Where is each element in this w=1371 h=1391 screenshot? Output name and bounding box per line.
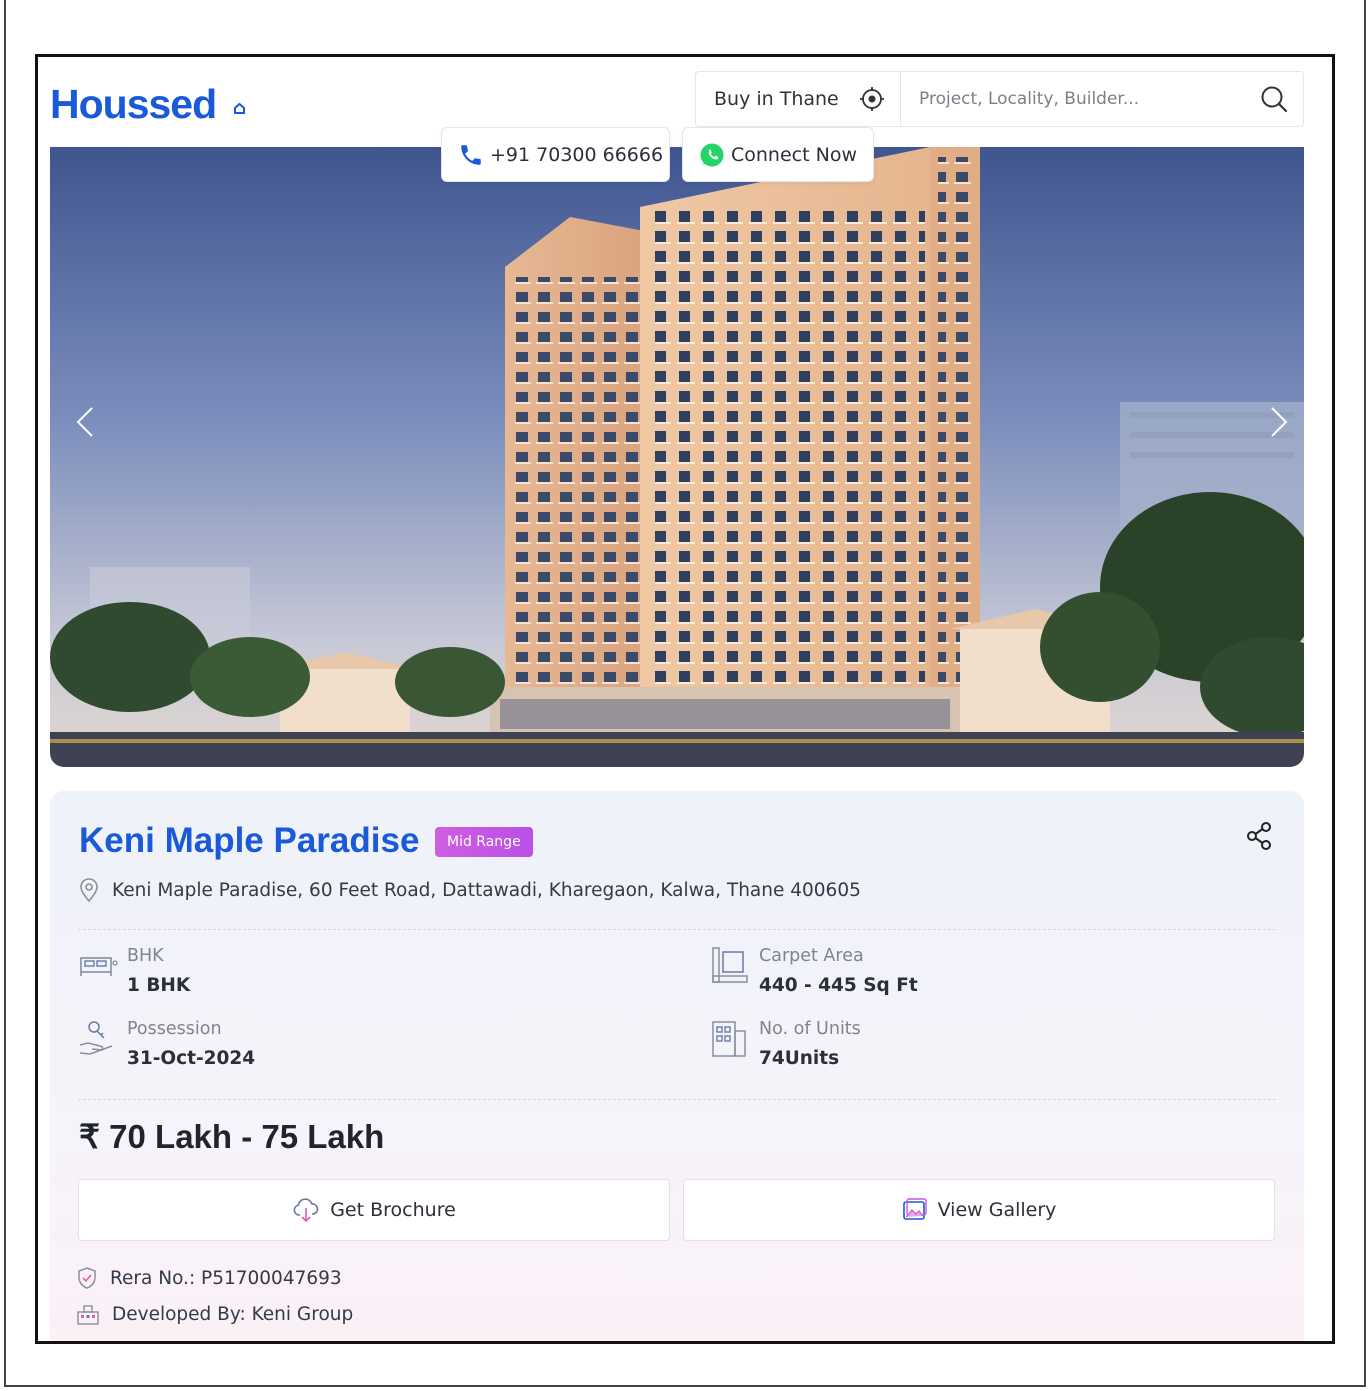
city-selector[interactable]: Buy in Thane bbox=[696, 72, 901, 126]
whatsapp-icon bbox=[700, 143, 724, 166]
chevron-left-icon[interactable] bbox=[68, 402, 108, 442]
spec-units: No. of Units 74Units bbox=[710, 1019, 861, 1069]
rera-number: Rera No.: P51700047693 bbox=[76, 1266, 342, 1290]
price-category-badge: Mid Range bbox=[435, 827, 533, 857]
carpet-area-value: 440 - 445 Sq Ft bbox=[759, 975, 918, 996]
developer-text: Developed By: Keni Group bbox=[112, 1303, 354, 1325]
get-brochure-button[interactable]: Get Brochure bbox=[78, 1179, 670, 1241]
logo-house-icon bbox=[234, 103, 245, 114]
project-address: Keni Maple Paradise, 60 Feet Road, Datta… bbox=[78, 877, 861, 903]
site-logo[interactable]: Houssed bbox=[50, 81, 217, 128]
download-cloud-icon bbox=[293, 1198, 319, 1223]
possession-label: Possession bbox=[127, 1019, 222, 1039]
address-text: Keni Maple Paradise, 60 Feet Road, Datta… bbox=[112, 879, 861, 901]
bhk-value: 1 BHK bbox=[127, 975, 191, 996]
divider bbox=[78, 929, 1276, 930]
locate-icon[interactable] bbox=[859, 86, 885, 112]
developer-info: Developed By: Keni Group bbox=[76, 1303, 353, 1325]
phone-number: +91 70300 66666 bbox=[490, 143, 664, 166]
chevron-right-icon[interactable] bbox=[1256, 402, 1296, 442]
bhk-label: BHK bbox=[127, 946, 164, 966]
city-selector-label: Buy in Thane bbox=[714, 88, 839, 110]
units-label: No. of Units bbox=[759, 1019, 861, 1039]
carpet-area-label: Carpet Area bbox=[759, 946, 864, 966]
developer-icon bbox=[77, 1305, 99, 1325]
rera-text: Rera No.: P51700047693 bbox=[110, 1267, 342, 1289]
view-gallery-button[interactable]: View Gallery bbox=[683, 1179, 1275, 1241]
price-range: ₹ 70 Lakh - 75 Lakh bbox=[79, 1118, 385, 1155]
project-details-card: Keni Maple Paradise Mid Range Keni Maple… bbox=[50, 791, 1304, 1341]
gallery-icon bbox=[902, 1198, 927, 1220]
possession-value: 31-Oct-2024 bbox=[127, 1048, 256, 1069]
possession-icon bbox=[79, 1021, 113, 1055]
get-brochure-label: Get Brochure bbox=[330, 1199, 456, 1221]
spec-carpet-area: Carpet Area 440 - 445 Sq Ft bbox=[710, 946, 918, 996]
shield-check-icon bbox=[78, 1267, 96, 1289]
browser-viewport: Houssed Buy in Thane +91 70300 66666 bbox=[35, 54, 1335, 1344]
project-title: Keni Maple Paradise bbox=[79, 821, 420, 860]
connect-label: Connect Now bbox=[731, 143, 857, 166]
whatsapp-connect-button[interactable]: Connect Now bbox=[682, 127, 874, 182]
bed-icon bbox=[80, 957, 118, 976]
divider bbox=[78, 1099, 1276, 1100]
search-input[interactable] bbox=[901, 72, 1259, 126]
spec-bhk: BHK 1 BHK bbox=[78, 946, 190, 996]
building-icon bbox=[712, 1021, 746, 1057]
project-hero-image bbox=[50, 147, 1304, 767]
location-pin-icon bbox=[80, 878, 98, 903]
spec-possession: Possession 31-Oct-2024 bbox=[78, 1019, 255, 1069]
search-icon[interactable] bbox=[1259, 84, 1289, 114]
view-gallery-label: View Gallery bbox=[937, 1199, 1057, 1221]
units-value: 74Units bbox=[759, 1048, 840, 1069]
share-icon[interactable] bbox=[1245, 821, 1273, 851]
hero-illustration bbox=[50, 147, 1304, 767]
call-button[interactable]: +91 70300 66666 bbox=[441, 127, 670, 182]
phone-icon bbox=[461, 144, 481, 165]
search-bar: Buy in Thane bbox=[695, 71, 1304, 127]
area-icon bbox=[712, 947, 748, 983]
